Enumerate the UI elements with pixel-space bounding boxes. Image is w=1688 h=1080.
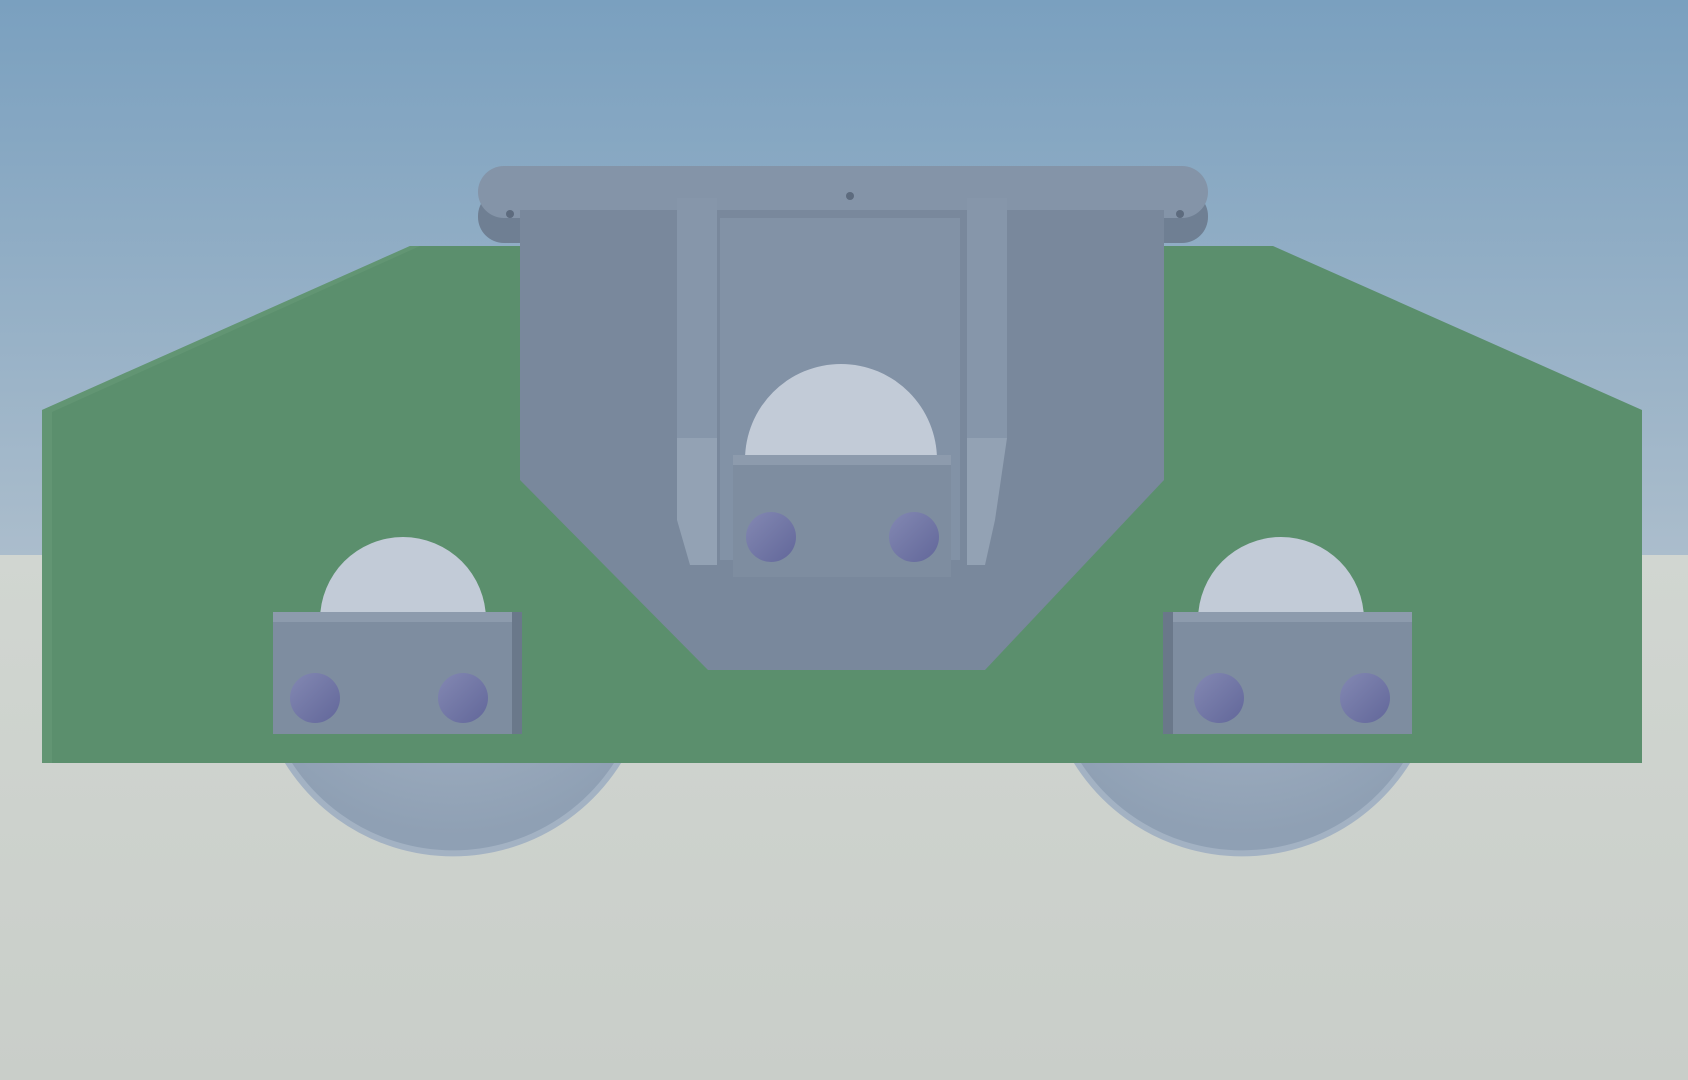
- bolt-right-right: [1340, 673, 1390, 723]
- guide-rail-left: [677, 198, 717, 565]
- bolt-left-right: [438, 673, 488, 723]
- bolt-center-left: [746, 512, 796, 562]
- bolt-right-left: [1194, 673, 1244, 723]
- bolt-center-right: [889, 512, 939, 562]
- bogie-render-scene: [0, 0, 1688, 1080]
- bolt-left-left: [290, 673, 340, 723]
